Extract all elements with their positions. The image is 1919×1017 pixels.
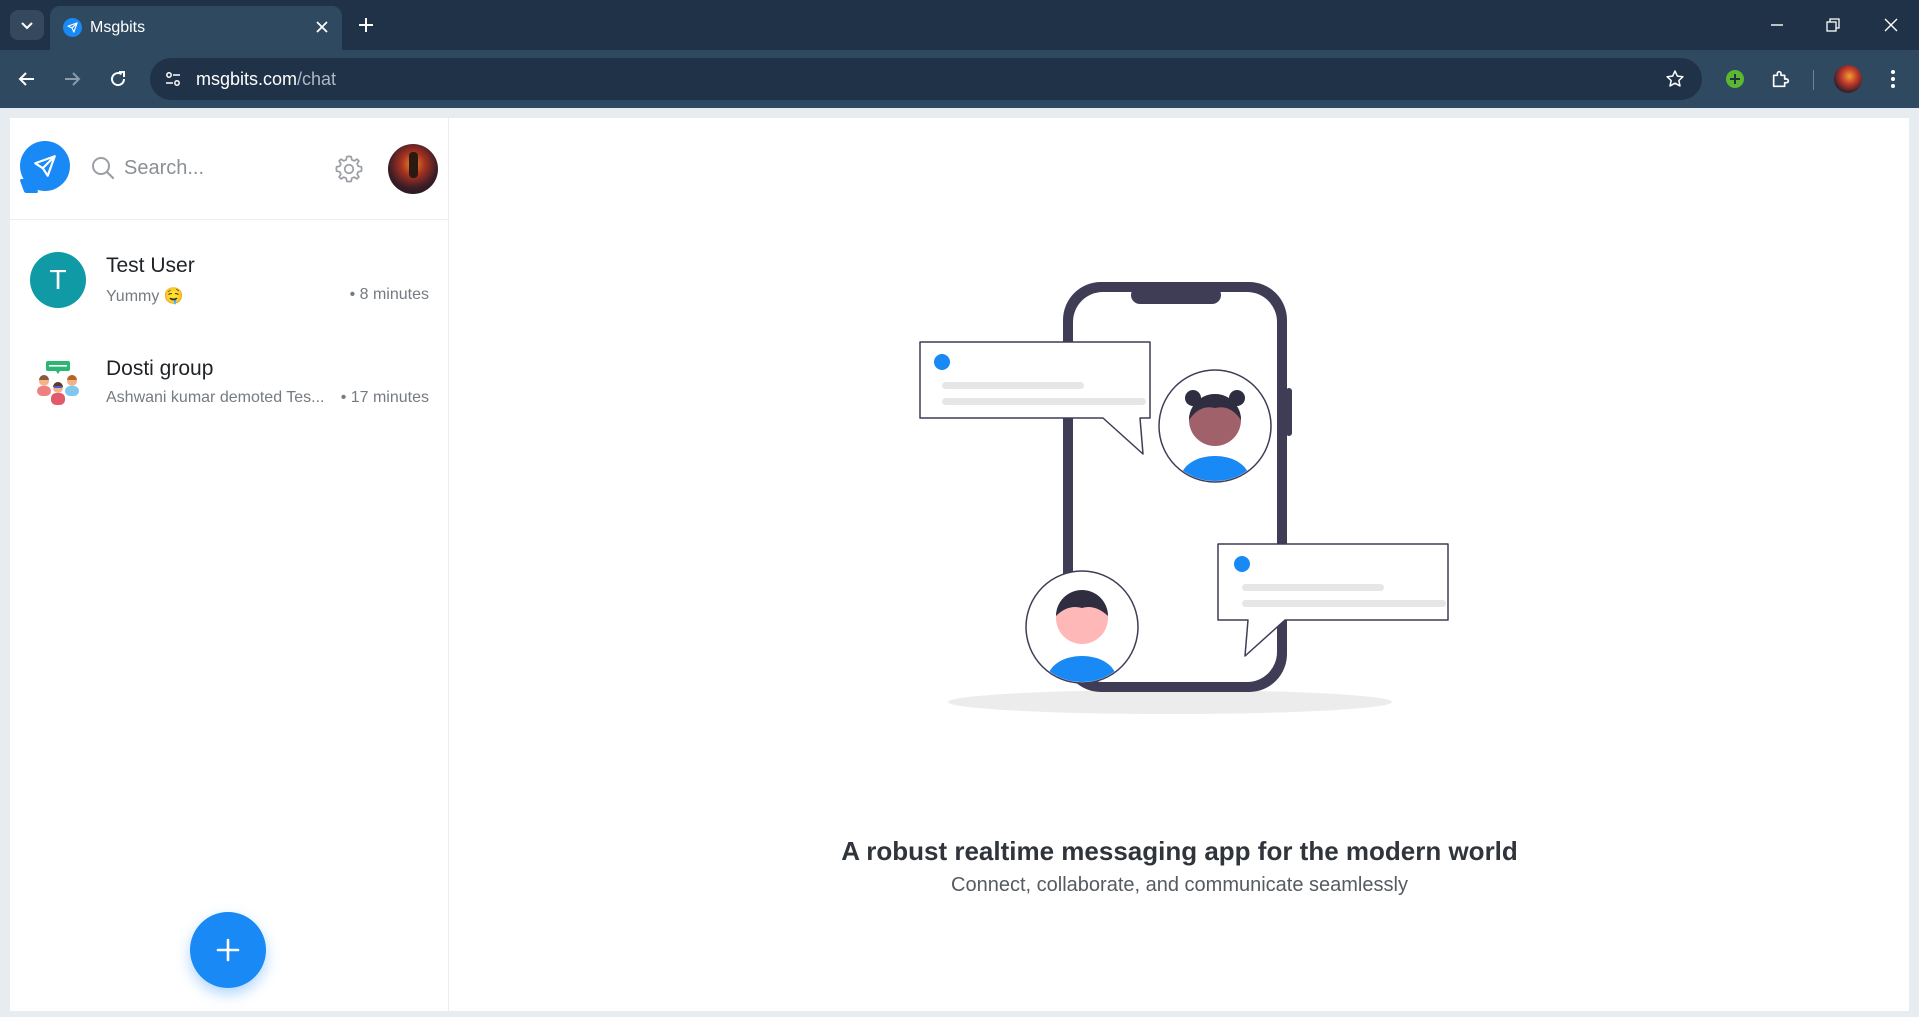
msgbits-logo[interactable] [20, 141, 70, 191]
close-icon[interactable] [312, 17, 332, 37]
browser-toolbar: msgbits.com/chat [0, 50, 1919, 108]
tab-title: Msgbits [90, 19, 146, 36]
tab-search-button[interactable] [10, 10, 44, 40]
empty-state-subline: Connect, collaborate, and communicate se… [951, 874, 1408, 896]
extension-green-button[interactable] [1720, 64, 1750, 94]
group-avatar-icon [30, 355, 86, 411]
new-chat-button[interactable] [190, 912, 266, 988]
puzzle-icon [1772, 70, 1790, 88]
address-bar[interactable]: msgbits.com/chat [150, 58, 1702, 100]
chat-list-item[interactable]: T Test User Yummy 🤤 • 8 minutes [10, 230, 449, 330]
msgbits-app: T Test User Yummy 🤤 • 8 minutes [10, 118, 1909, 1011]
site-info-icon[interactable] [158, 64, 188, 94]
sidebar-header [10, 118, 449, 220]
restore-icon [1826, 18, 1840, 32]
reload-icon [111, 71, 126, 87]
extensions-button[interactable] [1766, 64, 1796, 94]
empty-state-headline: A robust realtime messaging app for the … [841, 836, 1518, 866]
minimize-button[interactable] [1762, 10, 1792, 40]
new-tab-button[interactable] [351, 10, 381, 40]
browser-menu-button[interactable] [1878, 64, 1908, 94]
restore-button[interactable] [1818, 10, 1848, 40]
bookmark-star-icon[interactable] [1660, 64, 1690, 94]
browser-tab-bar: Msgbits [0, 0, 1919, 50]
messaging-phone-illustration [919, 282, 1449, 714]
gear-icon [335, 155, 363, 183]
my-profile-avatar[interactable] [388, 144, 438, 194]
chat-last-message: Ashwani kumar demoted Tes... [106, 389, 325, 406]
extension-add-icon [1726, 70, 1744, 88]
plus-icon [216, 938, 240, 962]
chevron-down-icon [21, 22, 33, 30]
chat-name: Dosti group [106, 357, 214, 380]
reload-button[interactable] [103, 64, 133, 94]
profile-avatar-button[interactable] [1834, 65, 1862, 93]
arrow-left-icon [18, 72, 34, 86]
kebab-menu-icon [1891, 70, 1895, 88]
search-box [88, 148, 328, 188]
toolbar-divider [1813, 70, 1814, 90]
chat-time: • 17 minutes [340, 389, 429, 406]
window-close-button[interactable] [1876, 10, 1906, 40]
minimize-icon [1771, 24, 1783, 26]
arrow-right-icon [65, 72, 81, 86]
paper-plane-icon [34, 155, 56, 177]
plus-icon [359, 18, 373, 32]
url-text: msgbits.com/chat [196, 67, 336, 91]
chat-name: Test User [106, 254, 195, 277]
paper-plane-icon [63, 18, 82, 37]
browser-tab-active[interactable]: Msgbits [50, 6, 342, 50]
chat-last-message: Yummy 🤤 [106, 288, 184, 305]
forward-button[interactable] [57, 64, 87, 94]
chat-empty-state: A robust realtime messaging app for the … [450, 118, 1909, 1011]
chat-list-item[interactable]: Dosti group Ashwani kumar demoted Tes...… [10, 333, 449, 433]
close-icon [1884, 18, 1898, 32]
url-path: /chat [297, 69, 337, 89]
search-icon [88, 153, 118, 183]
url-domain: msgbits.com [196, 69, 298, 89]
search-input[interactable] [124, 156, 314, 180]
chat-sidebar: T Test User Yummy 🤤 • 8 minutes [10, 118, 449, 1011]
avatar: T [30, 252, 86, 308]
settings-button[interactable] [332, 152, 366, 186]
chat-time: • 8 minutes [349, 286, 429, 303]
back-button[interactable] [12, 64, 42, 94]
